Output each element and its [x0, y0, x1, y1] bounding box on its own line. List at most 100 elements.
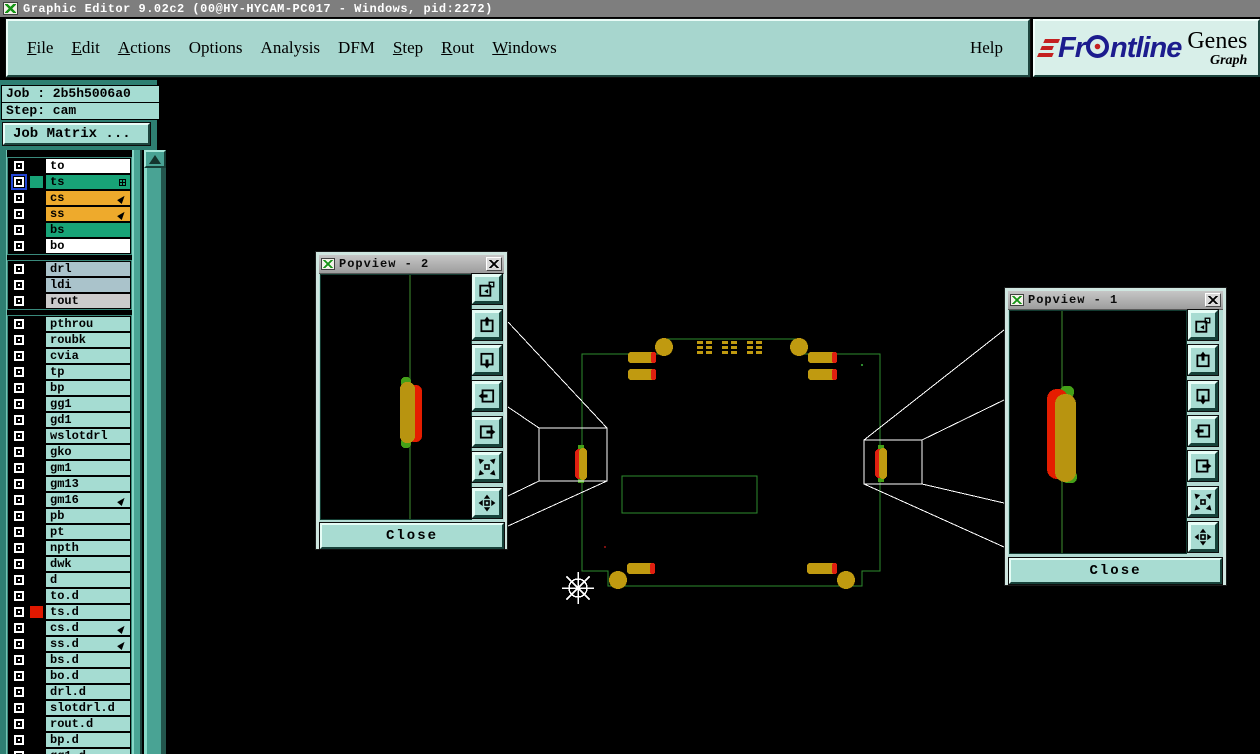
layer-visibility-checkbox[interactable]	[13, 558, 25, 570]
layer-color-swatch[interactable]	[30, 318, 43, 330]
popview-2-titlebar[interactable]: Popview - 2	[319, 255, 504, 274]
layer-row-tp[interactable]: tp	[8, 364, 131, 380]
layer-color-swatch[interactable]	[30, 734, 43, 746]
new-window-button[interactable]	[472, 274, 502, 304]
layer-label[interactable]: wslotdrl	[45, 428, 131, 444]
layer-color-swatch[interactable]	[30, 208, 43, 220]
layer-visibility-checkbox[interactable]	[13, 670, 25, 682]
layer-visibility-checkbox[interactable]	[13, 654, 25, 666]
layer-color-swatch[interactable]	[30, 558, 43, 570]
layer-label[interactable]: gm13	[45, 476, 131, 492]
menu-help[interactable]: Help	[961, 34, 1012, 62]
layer-label[interactable]: pt	[45, 524, 131, 540]
menu-edit[interactable]: Edit	[62, 34, 108, 62]
popview-1-canvas[interactable]	[1009, 310, 1187, 554]
menu-options[interactable]: Options	[180, 34, 252, 62]
menu-rout[interactable]: Rout	[432, 34, 483, 62]
job-matrix-button[interactable]: Job Matrix ...	[3, 123, 150, 145]
layer-color-swatch[interactable]	[30, 414, 43, 426]
layer-color-swatch[interactable]	[30, 606, 43, 618]
layer-color-swatch[interactable]	[30, 279, 43, 291]
layer-row-bs.d[interactable]: bs.d	[8, 652, 131, 668]
layer-label[interactable]: rout.d	[45, 716, 131, 732]
layer-color-swatch[interactable]	[30, 638, 43, 650]
layer-color-swatch[interactable]	[30, 350, 43, 362]
layer-visibility-checkbox[interactable]	[13, 224, 25, 236]
layer-visibility-checkbox[interactable]	[13, 350, 25, 362]
layer-label[interactable]: gko	[45, 444, 131, 460]
layer-row-ss[interactable]: ss	[8, 206, 131, 222]
layer-label[interactable]: to.d	[45, 588, 131, 604]
layer-row-bs[interactable]: bs	[8, 222, 131, 238]
layer-label[interactable]: slotdrl.d	[45, 700, 131, 716]
layer-color-swatch[interactable]	[30, 670, 43, 682]
layer-row-roubk[interactable]: roubk	[8, 332, 131, 348]
menu-actions[interactable]: Actions	[109, 34, 180, 62]
layer-visibility-checkbox[interactable]	[13, 574, 25, 586]
layer-label[interactable]: ts	[45, 174, 131, 190]
menu-step[interactable]: Step	[384, 34, 432, 62]
layer-visibility-checkbox[interactable]	[13, 686, 25, 698]
layer-visibility-checkbox[interactable]	[13, 638, 25, 650]
layer-label[interactable]: dwk	[45, 556, 131, 572]
layer-visibility-checkbox[interactable]	[13, 295, 25, 307]
layer-color-swatch[interactable]	[30, 494, 43, 506]
layer-color-swatch[interactable]	[30, 702, 43, 714]
layer-color-swatch[interactable]	[30, 462, 43, 474]
layer-visibility-checkbox[interactable]	[13, 192, 25, 204]
close-icon[interactable]	[1205, 293, 1221, 307]
layer-label[interactable]: to	[45, 158, 131, 174]
layer-row-bo[interactable]: bo	[8, 238, 131, 254]
layer-row-cvia[interactable]: cvia	[8, 348, 131, 364]
new-window-button[interactable]	[1188, 310, 1218, 340]
layer-color-swatch[interactable]	[30, 224, 43, 236]
zoom-in-button[interactable]	[1188, 486, 1218, 517]
layer-color-swatch[interactable]	[30, 654, 43, 666]
zoom-out-button[interactable]	[472, 487, 502, 518]
layer-color-swatch[interactable]	[30, 718, 43, 730]
layer-label[interactable]: bs	[45, 222, 131, 238]
layer-row-rout.d[interactable]: rout.d	[8, 716, 131, 732]
layer-color-swatch[interactable]	[30, 192, 43, 204]
popview-2-close-button[interactable]: Close	[320, 523, 504, 549]
layer-row-npth[interactable]: npth	[8, 540, 131, 556]
close-icon[interactable]	[486, 257, 502, 271]
layer-row-ts.d[interactable]: ts.d	[8, 604, 131, 620]
layer-row-to[interactable]: to	[8, 158, 131, 174]
zoom-out-button[interactable]	[1188, 521, 1218, 552]
layer-row-gg1.d[interactable]: gg1.d	[8, 748, 131, 754]
layer-visibility-checkbox[interactable]	[13, 263, 25, 275]
layer-color-swatch[interactable]	[30, 176, 43, 188]
layer-row-gd1[interactable]: gd1	[8, 412, 131, 428]
layer-visibility-checkbox[interactable]	[13, 734, 25, 746]
layer-color-swatch[interactable]	[30, 382, 43, 394]
layer-row-drl[interactable]: drl	[8, 261, 131, 277]
layer-visibility-checkbox[interactable]	[13, 334, 25, 346]
layer-label[interactable]: d	[45, 572, 131, 588]
layer-color-swatch[interactable]	[30, 622, 43, 634]
layer-scrollbar[interactable]	[144, 150, 166, 754]
layer-color-swatch[interactable]	[30, 542, 43, 554]
layer-row-gm16[interactable]: gm16	[8, 492, 131, 508]
layer-visibility-checkbox[interactable]	[13, 446, 25, 458]
layer-label[interactable]: gm1	[45, 460, 131, 476]
layer-label[interactable]: npth	[45, 540, 131, 556]
pan-right-button[interactable]	[472, 416, 502, 447]
layer-label[interactable]: drl.d	[45, 684, 131, 700]
popview-1-close-button[interactable]: Close	[1009, 558, 1222, 584]
layer-visibility-checkbox[interactable]	[13, 526, 25, 538]
layer-visibility-checkbox[interactable]	[13, 542, 25, 554]
layer-row-slotdrl.d[interactable]: slotdrl.d	[8, 700, 131, 716]
layer-visibility-checkbox[interactable]	[13, 240, 25, 252]
layer-label[interactable]: gg1	[45, 396, 131, 412]
layer-row-bo.d[interactable]: bo.d	[8, 668, 131, 684]
popview-2-canvas[interactable]	[320, 274, 472, 520]
pan-up-button[interactable]	[472, 309, 502, 340]
layer-color-swatch[interactable]	[30, 398, 43, 410]
layer-color-swatch[interactable]	[30, 686, 43, 698]
layer-color-swatch[interactable]	[30, 478, 43, 490]
pan-up-button[interactable]	[1188, 345, 1218, 376]
layer-color-swatch[interactable]	[30, 263, 43, 275]
popview-1-titlebar[interactable]: Popview - 1	[1008, 291, 1223, 310]
layer-row-ts[interactable]: ts	[8, 174, 131, 190]
